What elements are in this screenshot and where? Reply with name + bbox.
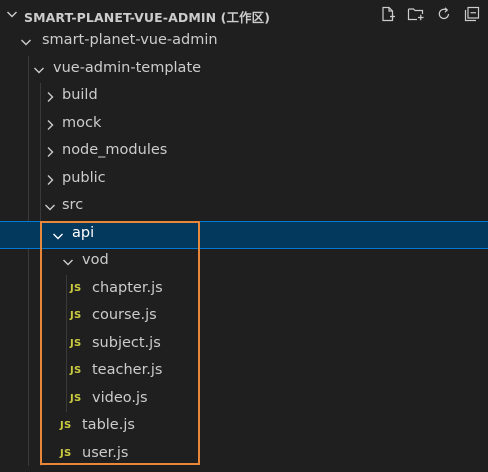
tree-item-label: mock bbox=[62, 115, 102, 131]
tree-item-teacher-file[interactable]: JS teacher.js bbox=[0, 358, 488, 385]
tree-item-label: video.js bbox=[92, 390, 148, 406]
new-folder-icon[interactable] bbox=[406, 4, 426, 24]
collapse-all-icon[interactable] bbox=[462, 4, 482, 24]
tree-item-label: build bbox=[62, 87, 98, 103]
tree-item-vod-folder[interactable]: vod bbox=[0, 248, 488, 275]
tree-item-label: user.js bbox=[82, 445, 129, 461]
tree-item-label: src bbox=[62, 197, 84, 213]
tree-item-course-file[interactable]: JS course.js bbox=[0, 303, 488, 330]
tree-item-src-folder[interactable]: src bbox=[0, 193, 488, 220]
javascript-file-icon: JS bbox=[70, 393, 82, 404]
explorer-panel: SMART-PLANET-VUE-ADMIN (工作区) smart-plane… bbox=[0, 0, 488, 472]
chevron-down-icon bbox=[18, 34, 34, 50]
chevron-right-icon bbox=[42, 89, 58, 105]
tree-item-label: course.js bbox=[92, 307, 157, 323]
tree-item-public-folder[interactable]: public bbox=[0, 166, 488, 193]
refresh-icon[interactable] bbox=[434, 4, 454, 24]
tree-item-node-modules-folder[interactable]: node_modules bbox=[0, 138, 488, 165]
javascript-file-icon: JS bbox=[70, 365, 82, 376]
tree-item-mock-folder[interactable]: mock bbox=[0, 111, 488, 138]
new-file-icon[interactable] bbox=[378, 4, 398, 24]
chevron-right-icon bbox=[42, 117, 58, 133]
javascript-file-icon: JS bbox=[70, 338, 82, 349]
tree-item-api-folder[interactable]: api bbox=[0, 221, 488, 249]
tree-item-user-file[interactable]: JS user.js bbox=[0, 441, 488, 468]
tree-item-subject-file[interactable]: JS subject.js bbox=[0, 331, 488, 358]
chevron-down-icon bbox=[60, 254, 76, 270]
tree-item-label: teacher.js bbox=[92, 362, 163, 378]
chevron-down-icon bbox=[42, 199, 58, 215]
chevron-right-icon bbox=[42, 172, 58, 188]
tree-item-template-folder[interactable]: vue-admin-template bbox=[0, 56, 488, 83]
tree-item-label: vod bbox=[82, 252, 109, 268]
tree-item-label: table.js bbox=[82, 417, 135, 433]
javascript-file-icon: JS bbox=[70, 283, 82, 294]
chevron-down-icon bbox=[50, 228, 66, 244]
explorer-actions bbox=[378, 4, 482, 24]
tree-item-label: smart-planet-vue-admin bbox=[42, 32, 218, 48]
tree-item-label: public bbox=[62, 170, 106, 186]
javascript-file-icon: JS bbox=[60, 420, 72, 431]
javascript-file-icon: JS bbox=[60, 448, 72, 459]
workspace-title: SMART-PLANET-VUE-ADMIN (工作区) bbox=[24, 10, 271, 25]
tree-item-label: chapter.js bbox=[92, 280, 163, 296]
explorer-header[interactable]: SMART-PLANET-VUE-ADMIN (工作区) bbox=[0, 0, 488, 28]
chevron-down-icon[interactable] bbox=[4, 6, 20, 22]
tree-item-label: vue-admin-template bbox=[53, 60, 202, 76]
tree-item-chapter-file[interactable]: JS chapter.js bbox=[0, 276, 488, 303]
javascript-file-icon: JS bbox=[70, 310, 82, 321]
chevron-down-icon bbox=[31, 62, 47, 78]
tree-item-root-folder[interactable]: smart-planet-vue-admin bbox=[0, 28, 488, 55]
tree-item-table-file[interactable]: JS table.js bbox=[0, 413, 488, 440]
tree-item-label: subject.js bbox=[92, 335, 161, 351]
tree-item-video-file[interactable]: JS video.js bbox=[0, 386, 488, 413]
chevron-right-icon bbox=[42, 144, 58, 160]
tree-item-build-folder[interactable]: build bbox=[0, 83, 488, 110]
tree-item-label: node_modules bbox=[62, 142, 168, 158]
tree-item-label: api bbox=[72, 225, 95, 241]
